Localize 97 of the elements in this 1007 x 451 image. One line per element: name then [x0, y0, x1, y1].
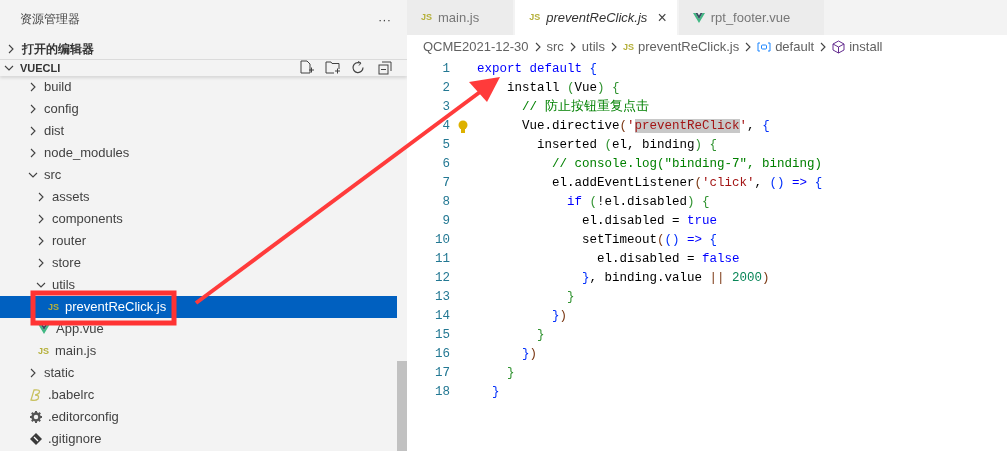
tree-item[interactable]: build: [0, 76, 397, 98]
tree-item[interactable]: .gitignore: [0, 428, 397, 450]
vue-logo-icon: [692, 12, 705, 23]
code-line: if (!el.disabled) {: [566, 194, 710, 212]
cube-icon: [832, 40, 846, 54]
line-number: 14: [434, 308, 450, 326]
line-number: 1: [441, 61, 450, 79]
line-number: 16: [434, 346, 450, 364]
breadcrumb-item[interactable]: src: [546, 37, 564, 57]
editor-tab[interactable]: JS main.js: [407, 0, 514, 35]
tree-item[interactable]: App.vue: [0, 318, 397, 340]
chevron-down-icon[interactable]: [36, 280, 46, 290]
chevron-right-icon[interactable]: [6, 43, 16, 54]
code-line: install (Vue) {: [506, 80, 620, 98]
chevron-down-icon[interactable]: [28, 170, 38, 180]
code-line: inserted (el, binding) {: [536, 137, 718, 155]
code-line: el.disabled = true: [581, 213, 718, 231]
js-file-icon: JS: [48, 302, 59, 312]
tree-item[interactable]: static: [0, 362, 397, 384]
line-number: 6: [441, 156, 450, 174]
close-tab-button[interactable]: ×: [657, 9, 667, 26]
editor-tab[interactable]: rpt_footer.vue: [678, 0, 825, 35]
new-file-icon[interactable]: [299, 60, 315, 76]
line-number: 8: [441, 194, 450, 212]
collapse-all-icon[interactable]: [377, 60, 393, 76]
chevron-right-icon[interactable]: [36, 236, 46, 246]
vue-logo-icon: [38, 324, 50, 334]
line-number: 12: [434, 270, 450, 288]
js-file-icon: JS: [421, 13, 432, 22]
code-line: el.addEventListener('click', () => {: [551, 175, 823, 193]
diamond-file-icon: [30, 433, 42, 445]
chevron-right-icon[interactable]: [28, 148, 38, 158]
breadcrumb-item[interactable]: default: [775, 37, 815, 57]
tree-item[interactable]: utils: [0, 274, 397, 296]
chevron-right-icon[interactable]: [36, 258, 46, 268]
tree-item[interactable]: JS preventReClick.js: [0, 296, 397, 318]
tree-item[interactable]: components: [0, 208, 397, 230]
line-number: 3: [441, 99, 450, 117]
line-number: 2: [441, 80, 450, 98]
editor-tab[interactable]: JS preventReClick.js ×: [515, 0, 677, 35]
line-number: 10: [434, 232, 450, 250]
chevron-right-icon[interactable]: [36, 214, 46, 224]
scrollbar[interactable]: [397, 361, 407, 451]
variable-icon: [757, 42, 772, 52]
code-line: }: [491, 384, 500, 402]
code-line: }, binding.value || 2000): [581, 270, 770, 288]
line-number: 13: [434, 289, 450, 307]
chevron-right-icon[interactable]: [28, 82, 38, 92]
project-header[interactable]: VUECLI: [20, 59, 61, 77]
line-number: 5: [441, 137, 450, 155]
tree-item[interactable]: .babelrc: [0, 384, 397, 406]
more-actions-button[interactable]: ···: [378, 12, 391, 26]
chevron-right-icon[interactable]: [28, 104, 38, 114]
tree-item[interactable]: dist: [0, 120, 397, 142]
code-line: setTimeout(() => {: [581, 232, 718, 250]
code-line: }): [521, 346, 538, 364]
js-file-icon: JS: [529, 13, 541, 22]
code-line: }: [566, 289, 575, 307]
tree-item[interactable]: JS main.js: [0, 340, 397, 362]
panel-title: 资源管理器: [20, 11, 80, 28]
chevron-right-icon[interactable]: [28, 368, 38, 378]
tree-item[interactable]: .editorconfig: [0, 406, 397, 428]
chevron-right-icon[interactable]: [36, 192, 46, 202]
babel-file-icon: [30, 389, 42, 401]
tree-item[interactable]: store: [0, 252, 397, 274]
refresh-icon[interactable]: [351, 60, 367, 76]
code-line: export default {: [476, 61, 598, 79]
js-file-icon: JS: [38, 346, 49, 356]
code-line: // 防止按钮重复点击: [521, 98, 649, 117]
code-line: el.disabled = false: [596, 251, 740, 269]
tree-item[interactable]: src: [0, 164, 397, 186]
line-number: 9: [441, 213, 450, 231]
line-number: 17: [434, 365, 450, 383]
code-line: Vue.directive('preventReClick', {: [521, 118, 770, 136]
gear-icon: [30, 411, 42, 423]
breadcrumb-item[interactable]: utils: [581, 37, 605, 57]
js-file-icon: JS: [622, 42, 634, 52]
chevron-down-icon[interactable]: [4, 63, 14, 73]
line-number: 15: [434, 327, 450, 345]
line-number: 4: [441, 118, 450, 136]
tree-item[interactable]: config: [0, 98, 397, 120]
code-line: // console.log("binding-7", binding): [551, 156, 823, 174]
line-number: 18: [434, 384, 450, 402]
code-line: }: [506, 365, 515, 383]
breadcrumb-item[interactable]: QCME2021-12-30: [423, 37, 529, 57]
tree-item[interactable]: node_modules: [0, 142, 397, 164]
breadcrumb-item[interactable]: preventReClick.js: [638, 37, 740, 57]
line-number: 11: [434, 251, 450, 269]
line-number: 7: [441, 175, 450, 193]
code-line: }: [536, 327, 545, 345]
code-line: }): [551, 308, 568, 326]
new-folder-icon[interactable]: [325, 60, 341, 76]
tree-item[interactable]: router: [0, 230, 397, 252]
breadcrumb-item[interactable]: install: [849, 37, 883, 57]
tree-item[interactable]: assets: [0, 186, 397, 208]
chevron-right-icon[interactable]: [28, 126, 38, 136]
section-header[interactable]: 打开的编辑器: [22, 39, 94, 58]
